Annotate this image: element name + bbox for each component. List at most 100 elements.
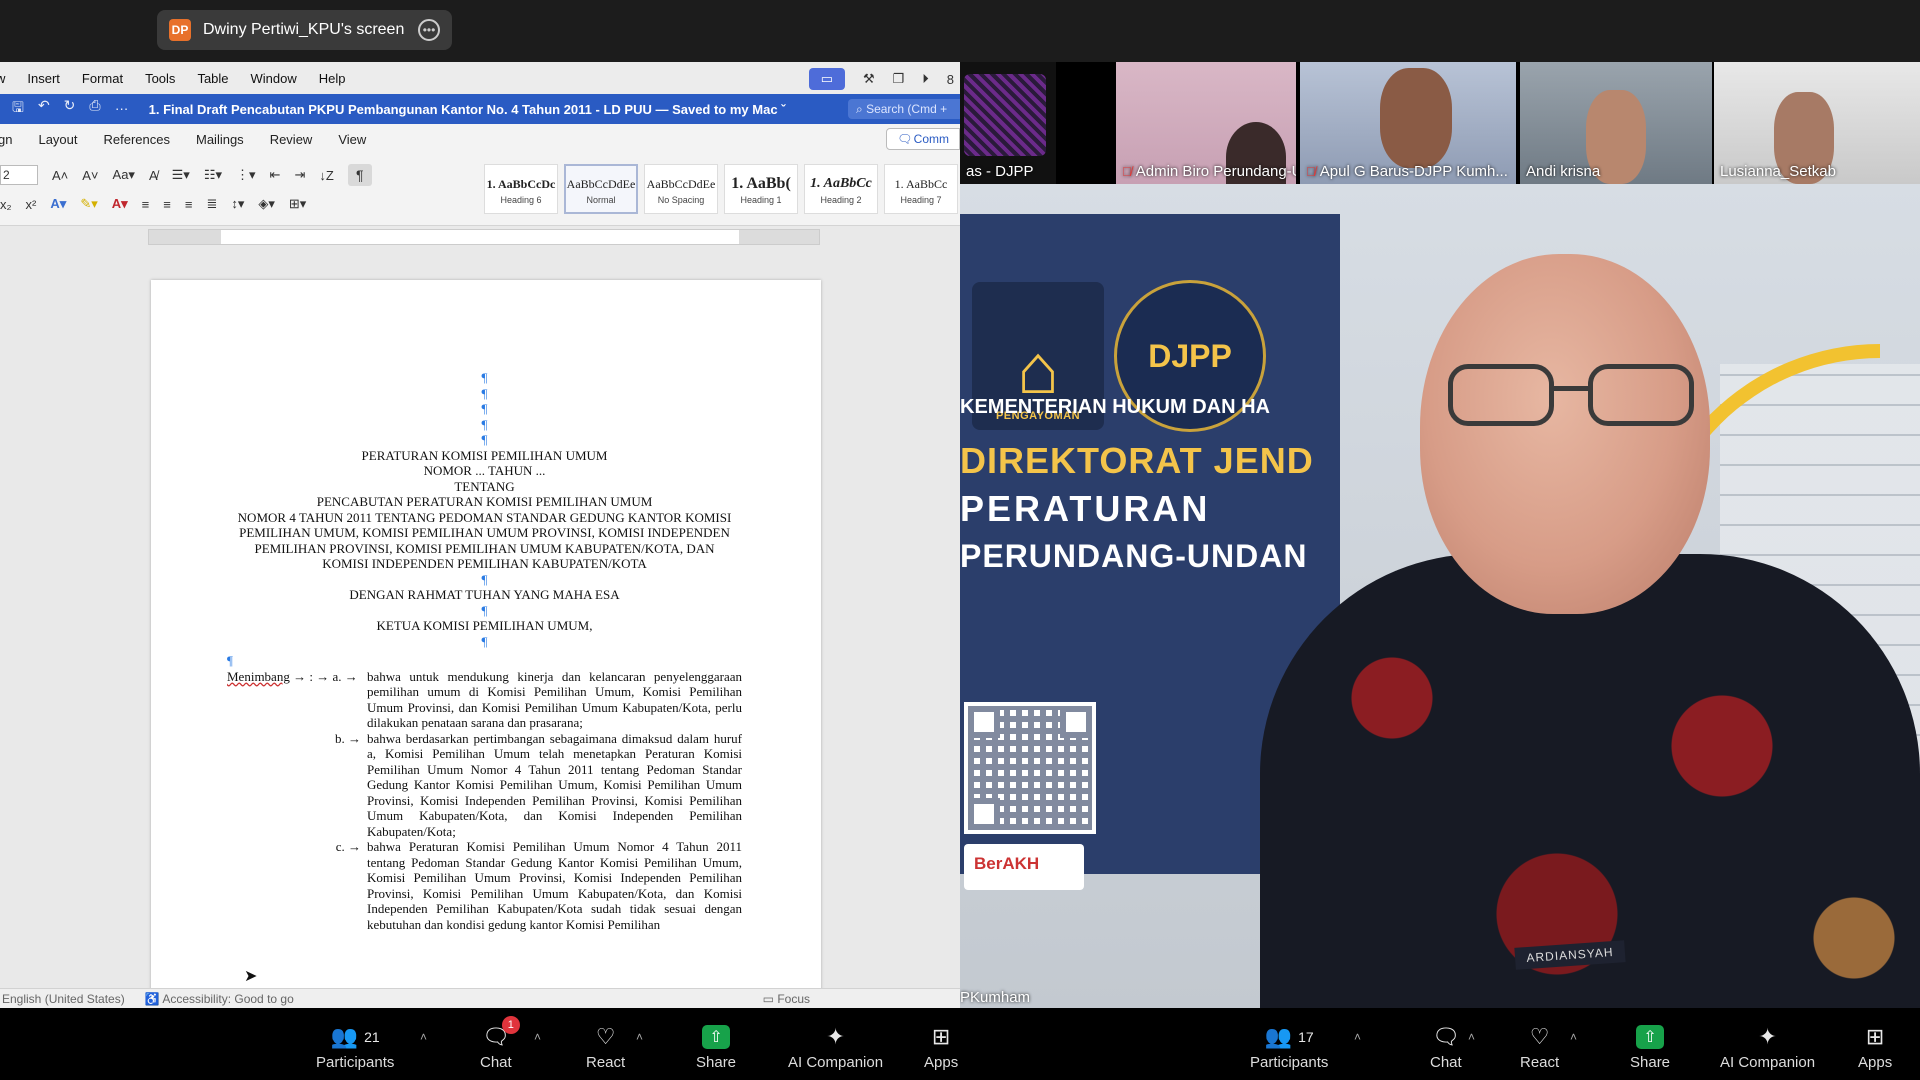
react-caret-icon[interactable]: ˄ [1570,1030,1577,1044]
react-button[interactable]: ♡ React [1520,1022,1559,1071]
apps-button[interactable]: ⊞ Apps [924,1022,958,1071]
ministry-text: KEMENTERIAN HUKUM DAN HA [960,396,1270,418]
change-case-icon[interactable]: Aa▾ [113,167,135,183]
clause-c: c. → bahwa Peraturan Komisi Pemilihan Um… [227,839,742,932]
menu-window[interactable]: Window [251,71,297,86]
grow-font-icon[interactable]: A˄ [52,168,68,183]
chat-button[interactable]: 🗨 1 Chat [480,1016,520,1071]
menu-item[interactable]: w [0,71,5,86]
document-page[interactable]: ¶ ¶ ¶ ¶ ¶ PERATURAN KOMISI PEMILIHAN UMUM NO… [151,280,821,1000]
share-button[interactable]: ⇧ Share [1630,1022,1670,1071]
pengayoman-emblem-icon: ⌂ [1016,330,1060,408]
menu-tools[interactable]: Tools [145,71,175,86]
ribbon-tabs: gn Layout References Mailings Review Vie… [0,124,960,154]
ai-companion-label: AI Companion [788,1054,884,1071]
sort-icon[interactable]: ↓Z [319,168,333,183]
chat-caret-icon[interactable]: ˄ [1468,1030,1475,1044]
decrease-indent-icon[interactable]: ⇤ [270,167,281,183]
multilevel-icon[interactable]: ⋮▾ [236,167,256,183]
comments-label: Comm [913,132,949,146]
highlight-icon[interactable]: ✎▾ [80,196,97,212]
superscript-icon[interactable]: x² [26,197,37,212]
glasses [1448,364,1708,434]
tab-mailings[interactable]: Mailings [196,132,244,147]
ai-companion-button[interactable]: ✦ AI Companion [788,1022,883,1071]
participant-tile[interactable]: as - DJPP [960,62,1056,184]
window-icon[interactable]: ❐ [893,71,905,87]
shrink-font-icon[interactable]: A˅ [82,168,98,183]
play-icon[interactable]: ⏵ [922,71,929,87]
style-heading-7[interactable]: 1. AaBbCc Heading 7 [884,164,958,214]
tab-view[interactable]: View [338,132,366,147]
clause-a: Menimbang → : → a. → bahwa untuk menduku… [227,669,742,731]
style-heading-1[interactable]: 1. AaBb( Heading 1 [724,164,798,214]
numbering-icon[interactable]: ☷▾ [204,167,222,183]
line-spacing-icon[interactable]: ↕▾ [231,196,244,212]
participants-caret-icon[interactable]: ˄ [420,1030,427,1044]
document-canvas[interactable]: ¶ ¶ ¶ ¶ ¶ PERATURAN KOMISI PEMILIHAN UMUM NO… [0,268,960,1000]
increase-indent-icon[interactable]: ⇥ [294,167,305,183]
more-icon[interactable]: … [115,97,129,121]
participants-button[interactable]: 👥 21 Participants [316,1022,394,1071]
bullets-icon[interactable]: ☰▾ [172,167,190,183]
save-icon[interactable]: 🖫 [12,97,24,121]
focus-label: Focus [777,991,810,1006]
chat-button[interactable]: 🗨 Chat [1430,1022,1462,1071]
clear-format-icon[interactable]: A̸ [149,168,158,183]
apps-button[interactable]: ⊞ Apps [1858,1022,1892,1071]
participant-tile[interactable]: 🎙̸Admin Biro Perundang-U... [1116,62,1296,184]
tab-design[interactable]: gn [0,132,12,147]
style-normal[interactable]: AaBbCcDdEe Normal [564,164,638,214]
print-icon[interactable]: ⎙ [89,97,100,121]
shading-icon[interactable]: ◈▾ [258,196,275,212]
react-caret-icon[interactable]: ˄ [636,1030,643,1044]
more-options-icon[interactable]: ••• [418,19,440,41]
style-no-spacing[interactable]: AaBbCcDdEe No Spacing [644,164,718,214]
participant-tile[interactable]: Andi krisna [1520,62,1712,184]
justify-icon[interactable]: ≣ [206,196,217,212]
title-line: NOMOR ... TAHUN ... [423,463,546,478]
tab-references[interactable]: References [104,132,170,147]
text-effects-icon[interactable]: A▾ [50,196,66,212]
style-heading-2[interactable]: 1. AaBbCc Heading 2 [804,164,878,214]
paragraph-mark: ¶ [227,653,233,668]
tab-layout[interactable]: Layout [38,132,77,147]
align-right-icon[interactable]: ≡ [185,197,193,212]
screen-share-menu-icon[interactable]: ▭ [808,68,845,90]
menu-insert[interactable]: Insert [27,71,60,86]
style-heading-6[interactable]: 1. AaBbCcDc Heading 6 [484,164,558,214]
word-status-bar: English (United States) ♿ Accessibility:… [0,988,960,1008]
share-button[interactable]: ⇧ Share [696,1022,736,1071]
font-size-select[interactable]: 2 [0,165,38,185]
borders-icon[interactable]: ⊞▾ [289,196,306,212]
ai-companion-button[interactable]: ✦ AI Companion [1720,1022,1815,1071]
menu-help[interactable]: Help [319,71,346,86]
language-status[interactable]: English (United States) [2,992,125,1006]
align-center-icon[interactable]: ≡ [163,197,171,212]
subscript-icon[interactable]: x₂ [0,197,12,212]
active-speaker-video[interactable]: ⌂ PENGAYOMAN DJPP KEMENTERIAN HUKUM DAN … [960,184,1920,1008]
participants-button[interactable]: 👥 17 Participants [1250,1022,1328,1071]
menu-table[interactable]: Table [197,71,228,86]
align-left-icon[interactable]: ≡ [142,197,150,212]
redo-icon[interactable]: ↻ [64,97,76,121]
ribbon-row-2: x₂ x² A▾ ✎▾ A▾ ≡ ≡ ≡ ≣ ↕▾ ◈▾ ⊞▾ [0,196,306,212]
participant-tile[interactable]: Lusianna_Setkab [1714,62,1920,184]
focus-button[interactable]: ▭ Focus [763,992,810,1006]
react-button[interactable]: ♡ React [586,1022,625,1071]
accessibility-status[interactable]: ♿ Accessibility: Good to go [145,992,294,1006]
apps-label: Apps [924,1054,959,1071]
screen-share-indicator[interactable]: DP Dwiny Pertiwi_KPU's screen ••• [157,10,452,50]
show-formatting-icon[interactable]: ¶ [347,164,372,186]
participants-caret-icon[interactable]: ˄ [1354,1030,1361,1044]
undo-icon[interactable]: ↶ [38,97,50,121]
font-color-icon[interactable]: A▾ [112,196,128,212]
menu-format[interactable]: Format [82,71,123,86]
horizontal-ruler[interactable] [0,226,960,248]
tools-icon[interactable]: ⚒ [863,71,875,87]
tab-review[interactable]: Review [270,132,313,147]
search-box[interactable]: ⌕ Search (Cmd + [848,99,960,119]
comments-button[interactable]: 🗨 Comm [886,128,960,150]
chat-caret-icon[interactable]: ˄ [534,1030,541,1044]
participant-tile[interactable]: 🎙̸ Apul G Barus-DJPP Kumh... [1300,62,1516,184]
